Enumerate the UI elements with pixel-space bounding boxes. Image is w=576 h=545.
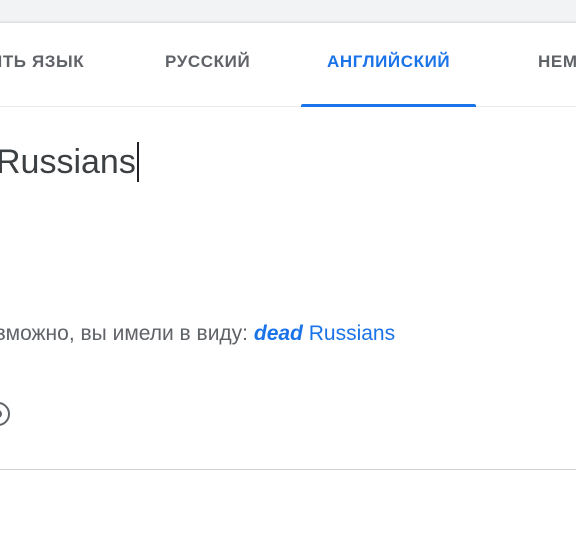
tab-label: АНГЛИЙСКИЙ bbox=[327, 52, 451, 71]
suggestion-prefix: зможно, вы имели в виду: bbox=[0, 322, 249, 345]
tab-russian[interactable]: РУССКИЙ bbox=[165, 52, 250, 106]
tab-label: НЕМ bbox=[538, 52, 576, 71]
tab-detect-language[interactable]: ИТЬ ЯЗЫК bbox=[0, 52, 84, 106]
translator-page: ИТЬ ЯЗЫК РУССКИЙ АНГЛИЙСКИЙ НЕМ Russians… bbox=[0, 0, 576, 545]
language-tabs: ИТЬ ЯЗЫК РУССКИЙ АНГЛИЙСКИЙ НЕМ bbox=[0, 22, 576, 107]
bottom-background bbox=[0, 470, 576, 545]
tab-label: РУССКИЙ bbox=[165, 52, 251, 71]
suggestion-link[interactable]: dead Russians bbox=[254, 322, 395, 345]
tab-label: ИТЬ ЯЗЫК bbox=[0, 52, 85, 71]
tab-german[interactable]: НЕМ bbox=[538, 52, 576, 106]
top-background bbox=[0, 0, 576, 22]
source-text-input[interactable]: Russians bbox=[0, 142, 139, 182]
spelling-suggestion: зможно, вы имели в виду: dead Russians bbox=[0, 322, 395, 346]
suggestion-rest: Russians bbox=[308, 322, 396, 345]
tab-english[interactable]: АНГЛИЙСКИЙ bbox=[301, 52, 477, 107]
suggestion-corrected-word: dead bbox=[253, 322, 303, 345]
text-caret bbox=[136, 142, 139, 182]
active-tab-underline bbox=[301, 104, 477, 107]
source-text-value: Russians bbox=[0, 142, 136, 181]
